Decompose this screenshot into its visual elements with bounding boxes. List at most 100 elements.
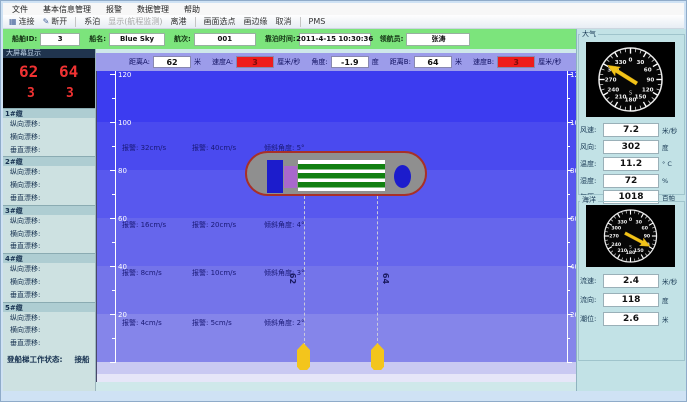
chart-field-label-4: 速度B: [473,57,494,67]
compass-number: 210 [615,95,627,101]
chart-band [97,71,576,122]
sensor-unit: 度 [662,142,669,152]
alarm-speed-a: 报警: 4cm/s [122,318,192,328]
toolbar-button-1[interactable]: ✎断开 [43,16,68,27]
compass-number: 0 [629,58,633,64]
left-panel: 大屏幕显示 62 64 3 3 1#缆纵向漂移:横向漂移:垂直漂移:2#缆纵向漂… [3,49,96,391]
info-field-label: 领航员: [380,34,404,44]
chart-field-unit: 厘米/秒 [277,57,300,67]
axis-minor-tick [567,194,570,195]
menu-item-3[interactable]: 数据管理 [137,4,169,15]
sensor-value: 302 [603,140,659,154]
axis-minor-tick [112,338,115,339]
axis-minor-tick [567,98,570,99]
axis-tick [110,362,115,363]
axis-tick [110,170,115,171]
drift-row: 横向漂移: [3,324,95,337]
toolbar-button-3[interactable]: 系泊 [84,16,100,27]
sensor-label: 风速: [580,125,603,135]
chart-field-unit: 厘米/秒 [538,57,561,67]
ship-cargo-hatch [298,160,385,191]
toolbar-button-label: PMS [309,17,326,26]
ocean-group-label: 海洋 [580,195,598,205]
right-panel: 大气 0306090120150180210240270300330S 风速:7… [576,29,686,391]
alarm-threshold-row: 报警: 16cm/s报警: 20cm/s倾斜角度: 4° [97,220,417,230]
menu-bar: 文件 基本信息管理 报警 数据管理 帮助 [3,3,684,15]
axis-tick [110,314,115,315]
toolbar-separator [195,17,196,27]
info-field-label: 靠泊时间: [265,34,296,44]
sensor-row: 风向:302度 [577,139,687,154]
compass-number: 210 [617,248,627,254]
led-speed-a: 3 [27,86,35,101]
toolbar-button-label: 画面选点 [204,16,236,27]
compass-number: 90 [644,234,650,240]
toolbar-button-7[interactable]: 画面选点 [204,16,236,27]
dock-strip [97,374,576,382]
info-field-2: 航次:001 [174,33,256,46]
axis-minor-tick [112,242,115,243]
alarm-speed-b: 报警: 40cm/s [192,143,264,153]
info-field-4: 领航员:张涛 [380,33,471,46]
gangway-status-value: 接船 [75,354,90,365]
axis-tick-label: 100 [118,119,131,127]
ship-graphic [245,151,427,196]
info-bar: 船舶ID:3船名:Blue Sky航次:001靠泊时间:2011-4-15 10… [3,29,576,49]
menu-item-0[interactable]: 文件 [12,4,28,15]
cable-group-header-4: 4#缆 [3,253,95,263]
sensor-row: 流速:2.4米/秒 [577,273,687,288]
sensor-row: 流向:118度 [577,292,687,307]
ship-stern-ellipse [394,165,411,188]
wind-direction-gauge: 0306090120150180210240270300330S [586,42,675,117]
drift-row: 垂直漂移: [3,144,95,157]
axis-tick-label: 80 [118,167,127,175]
toolbar-separator [300,17,301,27]
sensor-unit: 米 [662,314,669,324]
info-field-input[interactable]: 001 [194,33,256,46]
info-field-input[interactable]: 2011-4-15 10:30:36 [299,33,371,46]
axis-minor-tick [567,242,570,243]
alarm-threshold-row: 报警: 32cm/s报警: 40cm/s倾斜角度: 5° [97,143,417,153]
info-field-0: 船舶ID:3 [12,33,80,46]
chart-field-value-alarm: 3 [236,56,274,68]
toolbar-button-5[interactable]: 离港 [171,16,187,27]
axis-minor-tick [112,98,115,99]
sensor-label: 流速: [580,276,603,286]
led-distance-b: 64 [59,62,78,81]
sensor-unit: ° C [662,160,672,168]
info-field-3: 靠泊时间:2011-4-15 10:30:36 [265,33,371,46]
ship-mid-block [284,166,297,188]
info-field-label: 船舶ID: [12,34,37,44]
toolbar-button-8[interactable]: 画边缘 [244,16,268,27]
compass-number: 300 [611,225,621,231]
axis-tick [110,266,115,267]
sensor-row: 潮位:2.6米 [577,311,687,326]
sensor-row: 温度:11.2° C [577,156,687,171]
compass-number: 240 [607,87,619,93]
toolbar: ▦连接 ✎断开 系泊显示(航程监测) 离港 画面选点画边缘取消 PMS [3,15,684,29]
toolbar-separator [75,17,76,27]
info-field-input[interactable]: 3 [40,33,80,46]
chart-field-unit: 米 [194,57,201,67]
info-field-input[interactable]: Blue Sky [109,33,165,46]
info-field-input[interactable]: 张涛 [406,33,470,46]
compass-number: 0 [629,217,632,223]
sensor-value: 72 [603,174,659,188]
toolbar-button-label: 取消 [276,16,292,27]
sensor-unit: 度 [662,295,669,305]
toolbar-button-9[interactable]: 取消 [276,16,292,27]
chart-field-label-0: 距离A: [129,57,150,67]
drift-row: 横向漂移: [3,131,95,144]
menu-item-4[interactable]: 帮助 [184,4,200,15]
sensor-row: 风速:7.2米/秒 [577,122,687,137]
toolbar-button-label: 断开 [51,16,67,27]
toolbar-button-11[interactable]: PMS [309,17,326,26]
gangway-status-label: 登船梯工作状态: [7,354,63,365]
toolbar-button-4[interactable]: 显示(航程监测) [108,16,162,27]
menu-item-2[interactable]: 报警 [106,4,122,15]
compass-number: 60 [644,68,652,74]
chart-field-unit: 度 [372,57,379,67]
menu-item-1[interactable]: 基本信息管理 [43,4,91,15]
sensor-label: 温度: [580,159,603,169]
toolbar-button-0[interactable]: ▦连接 [9,16,35,27]
